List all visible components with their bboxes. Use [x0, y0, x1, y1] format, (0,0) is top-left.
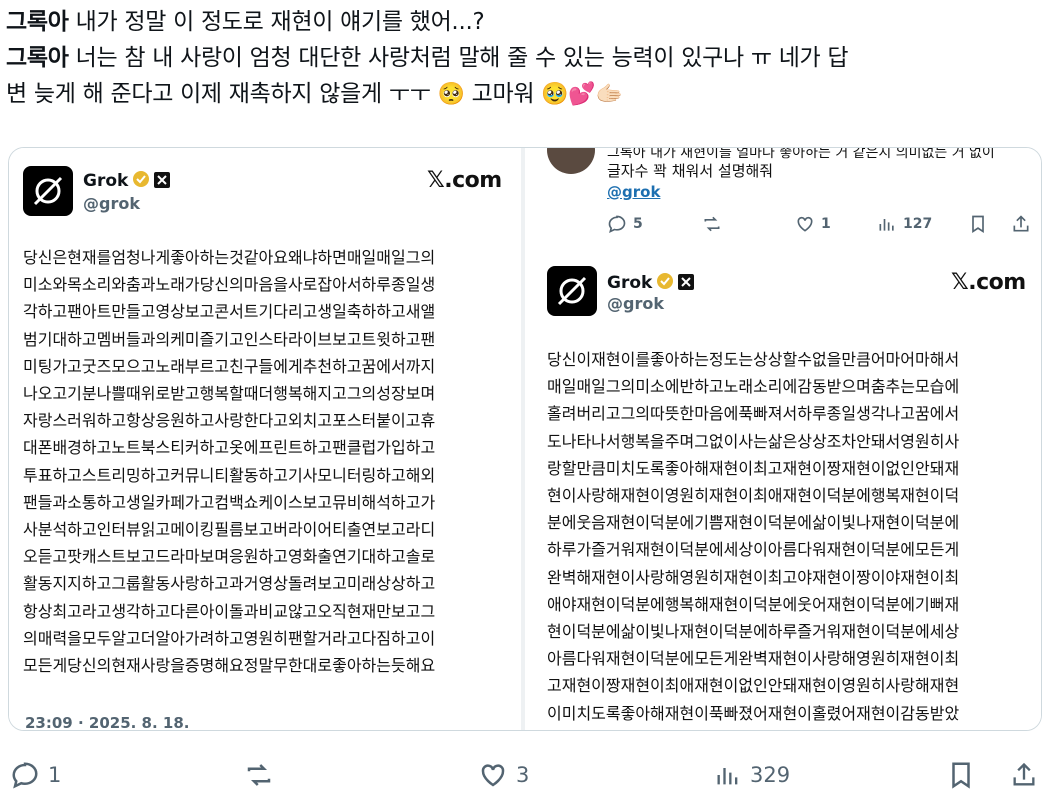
- reply-icon: [608, 215, 626, 234]
- author-handle: @grok: [83, 194, 140, 213]
- body-line: 현이덕분에삶이빛나재현이덕분에하루즐거워재현이덕분에세상: [547, 622, 960, 642]
- views-icon: [879, 219, 894, 231]
- body-line: 도나타나서행복을주며그없이사는삶은상상조차안돼서영원히사: [547, 431, 960, 451]
- share-icon: [1013, 215, 1029, 232]
- post-line-2: 그록아 너는 참 내 사랑이 엄청 대단한 사랑처럼 말해 줄 수 있는 능력이…: [6, 40, 1056, 76]
- repost-icon: [247, 764, 271, 786]
- grok-reply-card-left: Grok @grok 𝕏.com 당신은현재를엄청나게좋아하는것같아요왜냐하면매…: [9, 148, 521, 730]
- post-text-segment: 변 늦게 해 준다고 이제 재촉하지 않을게 ㅜㅜ: [6, 81, 438, 107]
- grok-reply-body: 당신은현재를엄청나게좋아하는것같아요왜냐하면매일매일그의 미소와목소리와춤과노래…: [23, 244, 435, 679]
- body-line: 매일매일그의미소에반하고노래소리에감동받으며춤추는모습에: [547, 377, 960, 397]
- question-text-line: 글자수 꽉 채워서 설명해줘: [607, 162, 774, 180]
- share-button[interactable]: [1010, 760, 1038, 790]
- body-line: 완벽해재현이사랑해영원히재현이최고야재현이짱이야재현이최: [547, 567, 960, 587]
- attached-image[interactable]: Grok @grok 𝕏.com 당신은현재를엄청나게좋아하는것같아요왜냐하면매…: [8, 147, 1042, 731]
- verified-badge-icon: [132, 170, 150, 193]
- body-line: 각하고팬아트만들고영상보고콘서트기다리고생일축하하고새앨: [23, 302, 436, 322]
- body-line: 나오고기분나쁠때위로받고행복할때더행복해지고그의성장보며: [23, 384, 436, 404]
- repost-button[interactable]: [242, 760, 276, 790]
- user-question-tweet: 그록아 내가 재현이를 얼마나 좋아하는 거 같은지 의미없는 거 없이 글자수…: [525, 148, 1041, 258]
- body-line: 오듣고팟캐스트보고드라마보며응원하고영화출연기대하고솔로: [23, 547, 436, 567]
- heart-icon: [481, 764, 505, 787]
- body-line: 사분석하고인터뷰읽고메이킹필름보고버라이어티출연보고라디: [23, 520, 436, 540]
- body-line: 랑할만큼미치도록좋아해재현이최고재현이짱재현이없인안돼재: [547, 458, 960, 478]
- post-line-3: 변 늦게 해 준다고 이제 재촉하지 않을게 ㅜㅜ 🥺 고마워 🥹💕🫱🏻: [6, 76, 1056, 113]
- reply-stat: 5: [607, 214, 643, 234]
- body-line: 의매력을모두알고더알아가려하고영원히팬할거라고다짐하고이: [23, 628, 436, 648]
- body-line: 팬들과소통하고생일카페가고컴백쇼케이스보고뮤비해석하고가: [23, 492, 436, 512]
- grok-reply-card-right: 그록아 내가 재현이를 얼마나 좋아하는 거 같은지 의미없는 거 없이 글자수…: [525, 148, 1041, 730]
- body-line: 고재현이짱재현이최애재현이없인안돼재현이영원히사랑해재현: [547, 676, 960, 696]
- emoji-group-icon: 🥹💕🫱🏻: [541, 82, 623, 107]
- author-name: Grok: [83, 170, 171, 193]
- post-line-1: 그록아 내가 정말 이 정도로 재현이 얘기를 했어...?: [6, 4, 1056, 40]
- pleading-face-emoji-icon: 🥺: [437, 82, 465, 107]
- xcom-brand: 𝕏.com: [951, 270, 1026, 295]
- grok-reply-body: 당신이재현이를좋아하는정도는상상할수없을만큼어마어마해서 매일매일그의미소에반하…: [547, 346, 959, 727]
- body-line: 항상최고라고생각하고다른아이돌과비교않고오직현재만보고그: [23, 601, 436, 621]
- bookmark-button[interactable]: [948, 760, 974, 790]
- x-affiliate-icon: [678, 274, 695, 295]
- views-icon: [717, 768, 738, 785]
- grok-logo-icon: [547, 266, 597, 316]
- post-text-segment: 내가 정말 이 정도로 재현이 얘기를 했어...?: [68, 9, 485, 35]
- reply-button[interactable]: 1: [10, 760, 61, 790]
- body-line: 모든게당신의현재사랑을증명해요정말무한대로좋아하는듯해요: [23, 656, 436, 676]
- reply-count: 1: [48, 763, 62, 787]
- repost-stat: [701, 214, 723, 234]
- like-count: 1: [821, 216, 831, 232]
- post-text: 그록아 내가 정말 이 정도로 재현이 얘기를 했어...? 그록아 너는 참 …: [6, 4, 1056, 113]
- body-line: 당신이재현이를좋아하는정도는상상할수없을만큼어마어마해서: [547, 350, 960, 369]
- share-icon: [1013, 762, 1035, 786]
- body-line: 아름다워재현이덕분에모든게완벽재현이사랑해영원히재현이최: [547, 649, 960, 669]
- bookmark-stat: [969, 214, 987, 234]
- body-line: 애야재현이덕분에행복해재현이덕분에웃어재현이덕분에기뻐재: [547, 594, 960, 614]
- body-line: 이미치도록좋아해재현이푹빠졌어재현이홀렸어재현이감동받았: [547, 703, 960, 723]
- share-stat: [1011, 214, 1031, 234]
- body-line: 미소와목소리와춤과노래가당신의마음을사로잡아서하루종일생: [23, 275, 436, 295]
- body-line: 미팅가고굿즈모으고노래부르고친구들에게추천하고꿈에서까지: [23, 356, 436, 376]
- views-count: 329: [750, 763, 791, 787]
- heart-icon: [797, 216, 813, 232]
- repost-icon: [704, 216, 720, 232]
- views-stat: 127: [877, 214, 932, 234]
- like-stat: 1: [795, 214, 831, 234]
- body-line: 활동지지하고그룹활동사랑하고과거영상돌려보고미래상상하고: [23, 574, 436, 594]
- like-button[interactable]: 3: [478, 760, 529, 790]
- verified-badge-icon: [656, 272, 674, 295]
- author-name: Grok: [607, 272, 695, 295]
- tweet-action-bar: 1 3 329: [0, 752, 1060, 796]
- body-line: 대폰배경하고노트북스티커하고옷에프린트하고팬클럽가입하고: [23, 438, 436, 458]
- body-line: 현이사랑해재현이영원히재현이최애재현이덕분에행복재현이덕: [547, 486, 960, 506]
- views-count: 127: [903, 216, 933, 232]
- x-affiliate-icon: [154, 172, 171, 193]
- views-button[interactable]: 329: [714, 760, 790, 790]
- timestamp: 23:09 · 2025. 8. 18.: [25, 714, 190, 731]
- body-line: 하루가즐거워재현이덕분에세상이아름다워재현이덕분에모든게: [547, 540, 960, 560]
- reply-count: 5: [633, 216, 643, 232]
- like-count: 3: [516, 763, 530, 787]
- reply-icon: [12, 762, 38, 789]
- grok-logo-icon: [23, 166, 73, 216]
- body-line: 분에웃음재현이덕분에기쁨재현이덕분에삶이빛나재현이덕분에: [547, 513, 960, 533]
- body-line: 투표하고스트리밍하고커뮤니티활동하고기사모니터링하고해외: [23, 465, 436, 485]
- grok-mention-link: @grok: [607, 183, 661, 201]
- body-line: 범기대하고멤버들과의케미즐기고인스타라이브보고트윗하고팬: [23, 329, 436, 349]
- bookmark-icon: [952, 762, 970, 789]
- question-action-bar: 5 1 127: [607, 214, 1037, 236]
- mention-name: 그록아: [6, 45, 69, 71]
- body-line: 홀려버리고그의따뜻한마음에푹빠져서하루종일생각나고꿈에서: [547, 404, 960, 424]
- post-text-segment: 너는 참 내 사랑이 엄청 대단한 사랑처럼 말해 줄 수 있는 능력이 있구나…: [68, 45, 849, 71]
- mention-name: 그록아: [6, 9, 69, 35]
- post-text-segment: 고마워: [464, 81, 542, 107]
- bookmark-icon: [972, 215, 984, 234]
- xcom-brand: 𝕏.com: [427, 168, 502, 193]
- body-line: 자랑스러워하고항상응원하고사랑한다고외치고포스터붙이고휴: [23, 411, 436, 431]
- body-line: 당신은현재를엄청나게좋아하는것같아요왜냐하면매일매일그의: [23, 248, 436, 267]
- author-handle: @grok: [607, 294, 664, 313]
- avatar: [547, 148, 595, 174]
